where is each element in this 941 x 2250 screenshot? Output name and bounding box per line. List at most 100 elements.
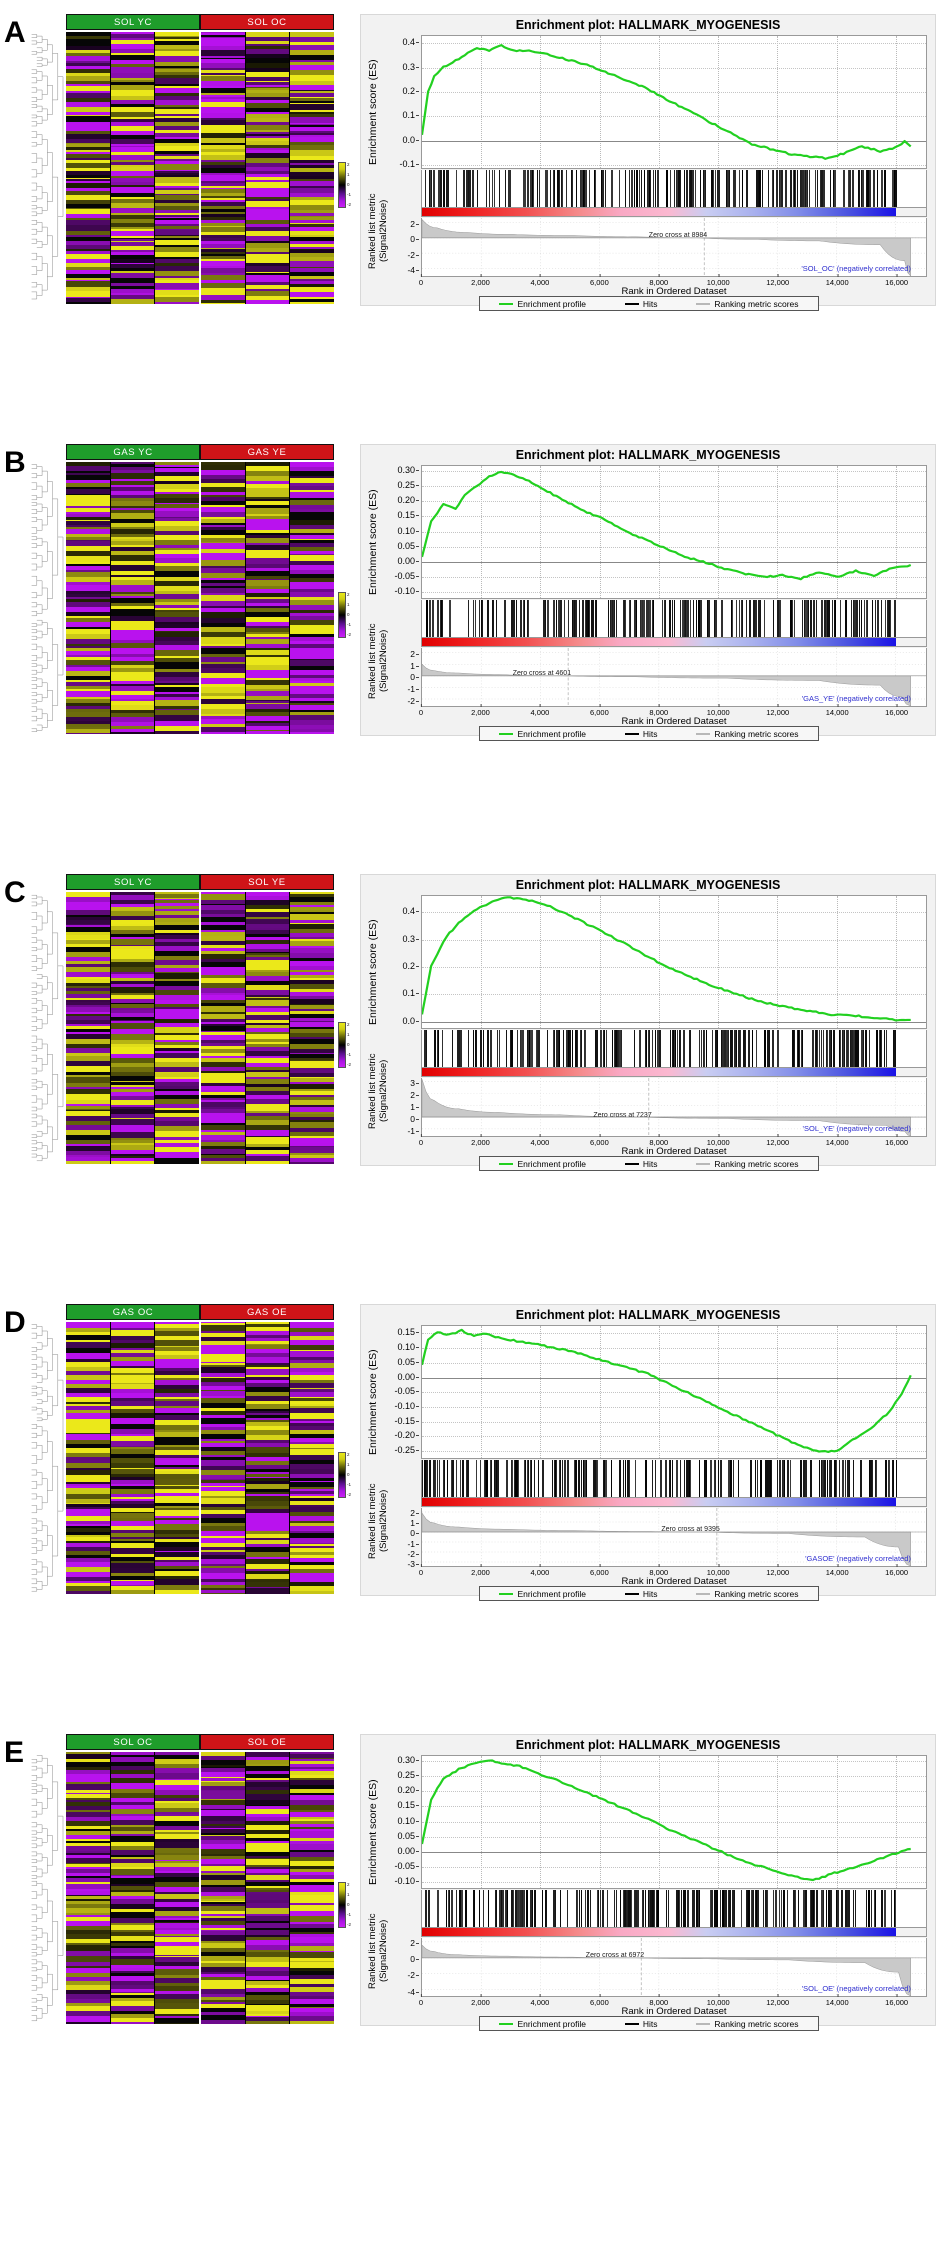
rm-y-tick: -1 [407, 1125, 419, 1136]
ranked-metric-axis-ticks: 2 1 0 -1 -2 [379, 649, 419, 707]
heatmap-group-right-label: SOL OC [200, 14, 334, 30]
heatmap-column [244, 892, 290, 1164]
heatmap-column [109, 462, 155, 734]
enrichment-profile-curve [422, 36, 926, 168]
heatmap-group-right-label: GAS YE [200, 444, 334, 460]
plot-legend: Enrichment profile Hits Ranking metric s… [479, 1156, 819, 1171]
heatmap-grid [66, 1322, 334, 1594]
panel-b: B GAS YC GAS YE 2 1 0 -1 -2 Enrichment plot:… [0, 440, 941, 870]
heatmap-color-key: 2 1 0 -1 -2 [338, 1022, 354, 1068]
enrichment-profile-curve [422, 1326, 926, 1458]
color-key-tick: 0 [347, 1042, 350, 1048]
color-key-tick: 2 [347, 1022, 350, 1027]
es-y-tick: -0.15 [394, 1415, 419, 1426]
heatmap-color-key: 2 1 0 -1 -2 [338, 592, 354, 638]
heatmap: SOL YC SOL YE 2 1 0 -1 -2 [28, 874, 351, 1166]
color-key-tick: -2 [347, 1922, 352, 1928]
es-y-tick: -0.05 [394, 1861, 419, 1872]
es-y-tick: -0.10 [394, 1401, 419, 1411]
enrichment-plot-title: Enrichment plot: HALLMARK_MYOGENESIS [515, 878, 781, 892]
panel-letter: C [4, 876, 26, 909]
enrichment-plot: Enrichment plot: HALLMARK_MYOGENESIS Enr… [360, 444, 936, 741]
hits-ticks-area [421, 1890, 927, 1928]
legend-ranking-metric: Ranking metric scores [696, 1159, 799, 1169]
heatmap-group-headers: GAS OC GAS OE [66, 1304, 334, 1320]
dendrogram [30, 892, 64, 1164]
enrichment-plot: Enrichment plot: HALLMARK_MYOGENESIS Enr… [360, 14, 936, 311]
heatmap: GAS OC GAS OE 2 1 0 -1 -2 [28, 1304, 351, 1596]
es-plot-area [421, 1325, 927, 1459]
color-key-gradient [338, 1452, 346, 1498]
heatmap-column [199, 32, 245, 304]
heatmap-column [289, 462, 334, 734]
legend-line-icon [696, 732, 711, 735]
legend-line-icon [499, 302, 514, 305]
rm-y-tick: -1 [407, 684, 419, 695]
es-y-tick: 0.25 [397, 479, 419, 490]
plot-legend: Enrichment profile Hits Ranking metric s… [479, 726, 819, 741]
rm-y-tick: -2 [407, 1970, 419, 1981]
heatmap-column [66, 32, 110, 304]
heatmap-column [154, 32, 200, 304]
heatmap: SOL OC SOL OE 2 1 0 -1 -2 [28, 1734, 351, 2026]
heatmap-column [199, 1322, 245, 1594]
es-y-tick: 0.20 [397, 495, 419, 505]
color-key-ticks: 2 1 0 -1 -2 [347, 1450, 356, 1500]
correlation-gradient [422, 1068, 896, 1076]
legend-label: Hits [642, 298, 658, 309]
heatmap-group-left-label: SOL YC [66, 14, 200, 30]
legend-hits: Hits [624, 298, 658, 309]
heatmap-group-headers: GAS YC GAS YE [66, 444, 334, 460]
correlation-color-strip [421, 1928, 927, 1937]
legend-line-icon [499, 2022, 514, 2025]
heatmap-grid [66, 1752, 334, 2024]
legend-hits: Hits [624, 1159, 658, 1169]
es-y-tick: 0.00 [397, 1371, 419, 1382]
es-y-tick: 0.2 [402, 961, 419, 972]
es-y-tick: 0.00 [397, 1845, 419, 1856]
color-key-tick: 1 [347, 602, 350, 608]
heatmap-grid [66, 32, 334, 304]
panel-letter: E [4, 1736, 24, 1769]
color-key-gradient [338, 162, 346, 208]
rm-y-tick: 2 [410, 218, 419, 229]
color-key-tick: 1 [347, 1462, 350, 1468]
heatmap: GAS YC GAS YE 2 1 0 -1 -2 [28, 444, 351, 736]
heatmap-column [154, 462, 200, 734]
es-y-tick: 0.4 [402, 37, 419, 48]
legend-line-icon [624, 1162, 639, 1165]
es-y-tick: 0.30 [397, 464, 419, 475]
legend-line-icon [624, 732, 639, 735]
es-y-tick: 0.10 [397, 1815, 419, 1826]
es-y-tick: 0.1 [402, 110, 419, 121]
enrichment-plot: Enrichment plot: HALLMARK_MYOGENESIS Enr… [360, 1734, 936, 2031]
ranked-metric-plot-area: Zero cross at 7237 'SOL_YE' (negatively … [421, 1078, 927, 1137]
hits-ticks-area [421, 600, 927, 638]
correlation-color-strip [421, 1068, 927, 1077]
es-y-tick: 0.10 [397, 1342, 419, 1353]
zero-cross-annotation: Zero cross at 4601 [512, 670, 572, 678]
es-y-tick: 0.00 [397, 555, 419, 566]
legend-label: Ranking metric scores [714, 1588, 799, 1599]
correlation-color-strip [421, 208, 927, 217]
legend-line-icon [624, 302, 639, 305]
dendrogram [30, 1752, 64, 2024]
legend-label: Ranking metric scores [714, 728, 799, 739]
color-key-tick: 2 [347, 162, 350, 167]
es-y-tick: 0.20 [397, 1785, 419, 1795]
rm-y-tick: -2 [407, 249, 419, 260]
rm-y-tick: 0 [410, 1954, 419, 1965]
legend-label: Ranking metric scores [714, 2018, 799, 2029]
legend-label: Enrichment profile [517, 728, 586, 739]
heatmap-column [154, 1322, 200, 1594]
color-key-tick: 2 [347, 1882, 350, 1887]
color-key-gradient [338, 1022, 346, 1068]
color-key-ticks: 2 1 0 -1 -2 [347, 1020, 356, 1070]
legend-ranking-metric: Ranking metric scores [696, 2018, 799, 2029]
color-key-tick: 0 [347, 1902, 350, 1908]
ranked-metric-axis-ticks: 2 1 0 -1 -2 -3 [379, 1508, 419, 1569]
color-key-tick: 0 [347, 1472, 350, 1478]
heatmap-column [66, 1322, 110, 1594]
ranked-metric-axis-ticks: 2 0 -2 -4 [379, 219, 419, 277]
enrichment-plot-title: Enrichment plot: HALLMARK_MYOGENESIS [515, 448, 781, 462]
